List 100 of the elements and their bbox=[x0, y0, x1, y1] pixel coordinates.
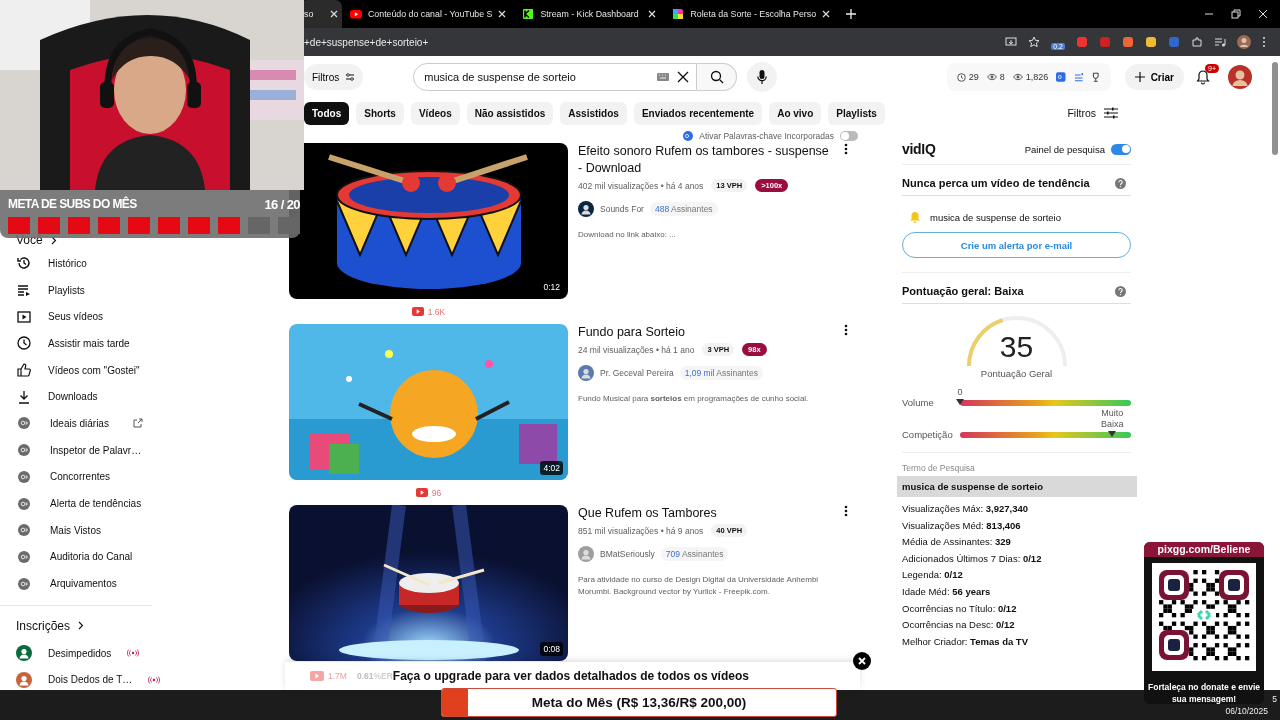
more-icon[interactable] bbox=[844, 324, 848, 336]
more-icon[interactable] bbox=[1262, 36, 1266, 48]
browser-tab[interactable]: Stream - Kick Dashboard bbox=[514, 0, 665, 28]
scrollbar[interactable] bbox=[1272, 62, 1278, 155]
trophy-icon[interactable] bbox=[1091, 72, 1101, 82]
circle-icon bbox=[16, 548, 32, 565]
vidiq-icon[interactable] bbox=[1056, 72, 1066, 82]
filter-chip[interactable]: Todos bbox=[304, 101, 350, 125]
more-icon[interactable] bbox=[844, 143, 848, 155]
close-icon[interactable] bbox=[330, 10, 338, 18]
video-title[interactable]: Fundo para Sorteio bbox=[578, 324, 836, 341]
filter-chip[interactable]: Não assistidos bbox=[466, 101, 554, 125]
chevron-icon[interactable] bbox=[78, 621, 85, 631]
channel-name[interactable]: Sounds For bbox=[600, 204, 644, 214]
keyboard-icon[interactable] bbox=[657, 73, 670, 81]
clock-date[interactable]: 06/10/2025 bbox=[1225, 706, 1268, 716]
search-field[interactable]: musica de suspense de sorteio bbox=[413, 63, 698, 91]
filter-chip[interactable]: Shorts bbox=[356, 101, 404, 125]
keyword-toggle[interactable] bbox=[840, 130, 858, 141]
extension-icon[interactable] bbox=[1145, 36, 1157, 48]
user-avatar[interactable] bbox=[1228, 65, 1252, 89]
sidebar-item[interactable]: Vídeos com "Gostei" bbox=[0, 356, 150, 384]
address-field[interactable]: +de+suspense+de+sorteio+ bbox=[304, 36, 1006, 48]
more-icon[interactable] bbox=[844, 505, 848, 517]
sidebar-item[interactable]: Seus vídeos bbox=[0, 303, 150, 331]
app-icon bbox=[522, 8, 535, 20]
sidebar-item[interactable]: Concorrentes bbox=[0, 463, 150, 491]
channel-avatar bbox=[578, 201, 594, 217]
channel-name[interactable]: Pr. Geceval Pereira bbox=[600, 368, 674, 378]
circle-icon bbox=[16, 415, 32, 432]
voice-search-button[interactable] bbox=[747, 62, 778, 92]
bell-icon[interactable] bbox=[1196, 69, 1210, 85]
vidiq-logo: vidIQ bbox=[902, 141, 936, 157]
filter-chip[interactable]: Ao vivo bbox=[769, 101, 822, 125]
video-title[interactable]: Efeito sonoro Rufem os tambores - suspense - Download bbox=[578, 143, 836, 177]
sidebar-item[interactable]: Playlists bbox=[0, 276, 150, 304]
sidebar-item[interactable]: Auditoria do Canal bbox=[0, 543, 150, 571]
video-meta: 402 mil visualizações • há 4 anos bbox=[578, 180, 704, 191]
sidebar-item[interactable]: Mais Vistos bbox=[0, 516, 150, 544]
goal-count: 16 / 20 bbox=[264, 196, 300, 212]
section-heading[interactable]: Você bbox=[16, 233, 43, 247]
sidebar-item[interactable]: Downloads bbox=[0, 383, 150, 411]
search-button[interactable] bbox=[697, 63, 738, 91]
email-alert-button[interactable]: Crie um alerta por e-mail bbox=[902, 232, 1131, 258]
donation-message: Fortaleça no donate e envie sua mensagem! bbox=[1147, 681, 1261, 704]
star-icon[interactable] bbox=[1028, 36, 1041, 48]
plus-icon[interactable] bbox=[846, 9, 857, 19]
sidebar-item[interactable]: Histórico bbox=[0, 250, 150, 277]
toggle-label: Ativar Palavras-chave Incorporadas bbox=[699, 130, 834, 141]
search-icon bbox=[709, 70, 724, 84]
install-icon[interactable] bbox=[1005, 36, 1018, 48]
section-heading[interactable]: Inscrições bbox=[16, 618, 71, 633]
channel-avatar bbox=[16, 645, 32, 662]
list-icon[interactable] bbox=[1073, 72, 1084, 82]
filter-button[interactable]: Filtros bbox=[304, 64, 364, 90]
engagement-stat: 0.61%ER bbox=[356, 671, 393, 681]
video-title[interactable]: Que Rufem os Tambores bbox=[578, 505, 836, 522]
donation-link[interactable]: pixgg.com/Beliene bbox=[1144, 542, 1264, 557]
extension-icon[interactable] bbox=[1122, 36, 1134, 48]
create-button[interactable]: Criar bbox=[1124, 64, 1184, 90]
subscription-item[interactable]: Desimpedidos bbox=[0, 639, 154, 667]
profile-avatar[interactable] bbox=[1237, 35, 1251, 49]
sidebar-item[interactable]: Inspetor de Palavr… bbox=[0, 436, 150, 464]
clear-icon[interactable] bbox=[677, 71, 690, 83]
sidebar-item[interactable]: Arquivamentos bbox=[0, 570, 150, 597]
sidebar-item[interactable]: Ideais diárias bbox=[0, 410, 150, 437]
filter-chip[interactable]: Vídeos bbox=[410, 101, 460, 125]
puzzle-icon[interactable] bbox=[1191, 36, 1203, 48]
media-icon[interactable] bbox=[1214, 36, 1226, 48]
video-meta: 24 mil visualizações • há 1 ano bbox=[578, 344, 695, 355]
help-icon[interactable] bbox=[1115, 285, 1126, 297]
play-box-icon bbox=[16, 308, 32, 325]
close-icon[interactable] bbox=[648, 10, 657, 18]
filter-button[interactable]: Filtros bbox=[1061, 106, 1124, 120]
extension-icon[interactable] bbox=[1076, 36, 1088, 48]
subscription-item[interactable]: Dois Dedos de T… bbox=[0, 666, 175, 694]
filter-chip[interactable]: Playlists bbox=[828, 101, 885, 125]
play-icon bbox=[411, 307, 424, 316]
help-icon[interactable] bbox=[1115, 177, 1126, 189]
browser-tab[interactable]: Roleta da Sorte - Escolha Perso bbox=[664, 0, 839, 28]
restore-icon[interactable] bbox=[1231, 9, 1241, 19]
sidebar-item[interactable]: Alerta de tendências bbox=[0, 490, 150, 517]
subscriber-count: 709 Assinantes bbox=[660, 547, 729, 561]
browser-tab[interactable]: Conteúdo do canal - YouTube S bbox=[342, 0, 515, 28]
close-icon[interactable] bbox=[498, 10, 507, 18]
score-value: 35 bbox=[999, 330, 1034, 365]
clock-icon bbox=[16, 335, 32, 352]
filter-chip[interactable]: Assistidos bbox=[560, 101, 627, 125]
eye-icon bbox=[1012, 73, 1023, 81]
panel-toggle[interactable] bbox=[1111, 143, 1131, 155]
history-icon bbox=[16, 255, 32, 272]
plus-icon bbox=[1134, 72, 1145, 82]
close-icon[interactable] bbox=[1258, 9, 1268, 19]
clock-time[interactable]: 5 bbox=[1272, 694, 1277, 704]
clock-icon bbox=[956, 72, 966, 82]
goal-label: Meta do Mês (R$ 13,36/R$ 200,00) bbox=[531, 695, 747, 710]
sidebar-item[interactable]: Assistir mais tarde bbox=[0, 330, 150, 357]
close-icon[interactable] bbox=[822, 10, 831, 18]
channel-name[interactable]: BMatSeriously bbox=[600, 549, 655, 559]
filter-chip[interactable]: Enviados recentemente bbox=[633, 101, 763, 125]
